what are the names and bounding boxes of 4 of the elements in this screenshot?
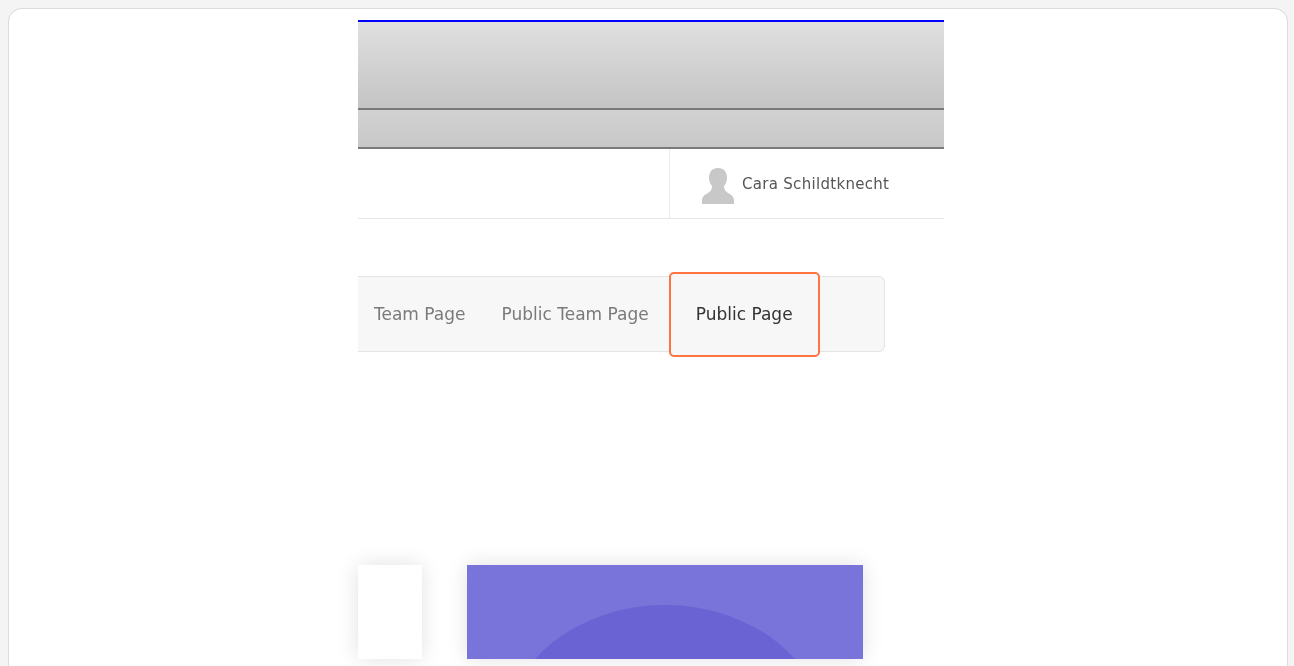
tab[interactable]: Team Page [358, 271, 482, 357]
tab[interactable]: Public Team Page [485, 271, 665, 357]
tab[interactable]: Public Page [668, 271, 820, 357]
user-name: Cara Schildtknecht [742, 174, 890, 193]
